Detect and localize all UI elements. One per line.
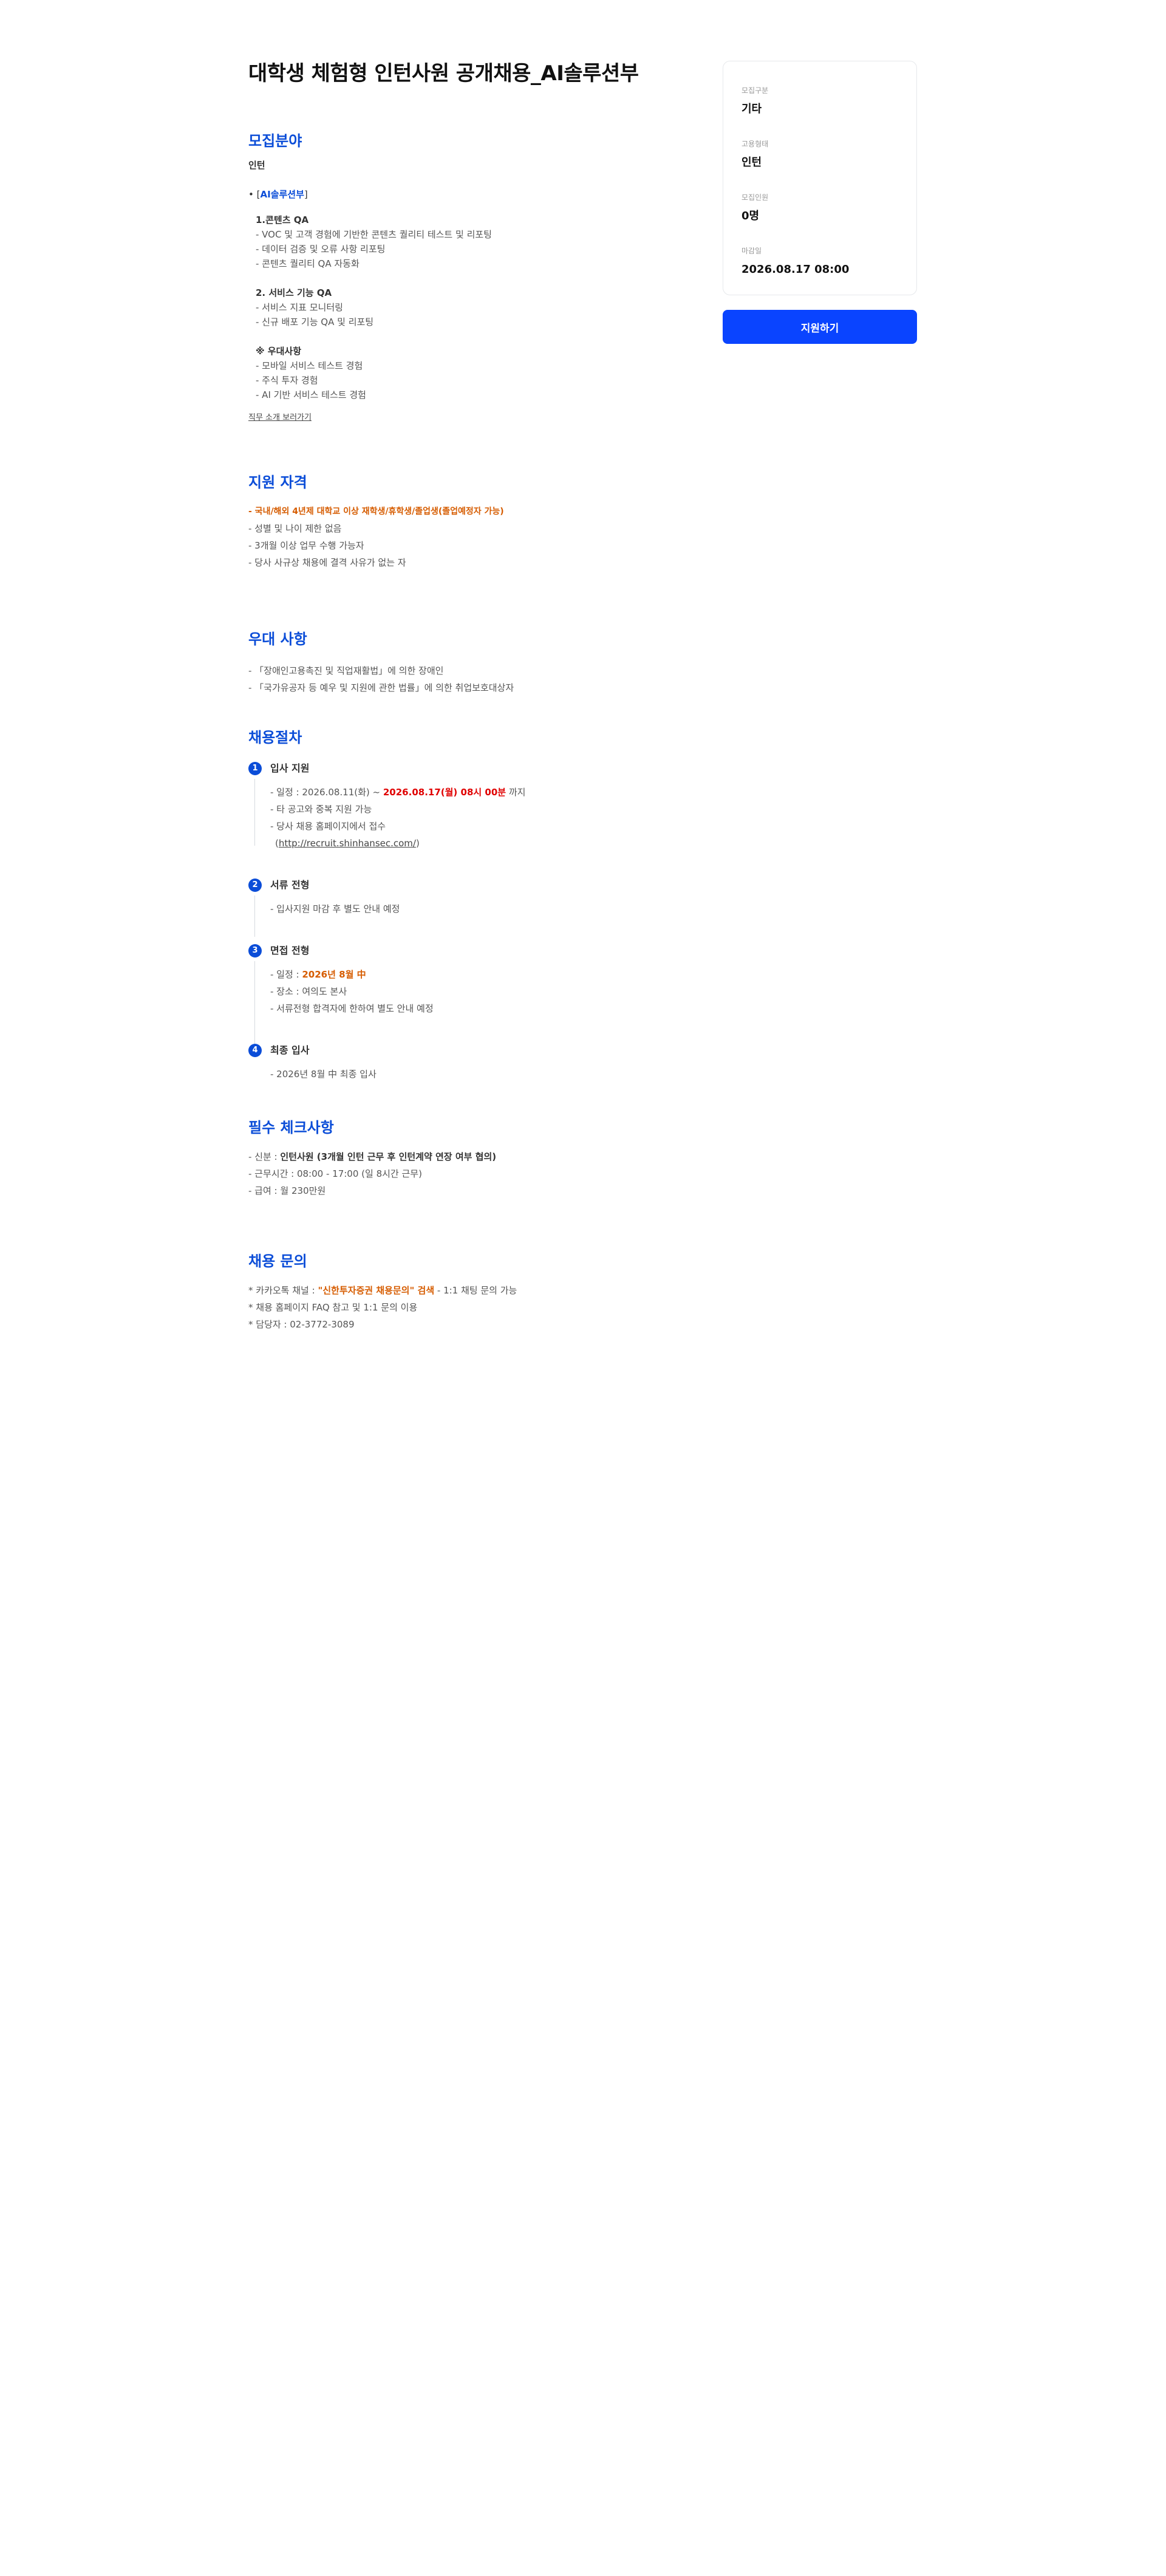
section-heading: 채용절차 [248, 729, 302, 746]
step-number: 1 [248, 762, 262, 775]
preferred-group: ※ 우대사항 - 모바일 서비스 테스트 경험 - 주식 투자 경험 - AI … [256, 344, 673, 402]
status-prefix: - 신분 : [248, 1151, 281, 1162]
field-label: 모집인원 [742, 193, 769, 202]
duty-group-title: 1.콘텐츠 QA [256, 214, 309, 225]
preferred-item: - AI 기반 서비스 테스트 경험 [256, 389, 366, 400]
summary-headcount: 모집인원 0명 [742, 193, 768, 224]
apply-button[interactable]: 지원하기 [723, 310, 917, 344]
qualification-item: - 당사 사규상 채용에 결격 사유가 없는 자 [248, 557, 406, 568]
kakao-highlight: "신한투자증권 채용문의" 검색 [318, 1285, 435, 1296]
department-name: AI솔루션부 [260, 189, 304, 200]
field-label: 고용형태 [742, 140, 769, 148]
step-body: - 입사지원 마감 후 별도 안내 예정 [270, 900, 400, 917]
qualification-item: - 3개월 이상 업무 수행 가능자 [248, 540, 364, 551]
job-type: 인턴 [248, 160, 265, 171]
preference-item: - 「장애인고용촉진 및 직업재활법」에 의한 장애인 [248, 665, 444, 676]
step-title: 최종 입사 [270, 1044, 310, 1056]
job-detail-main: 대학생 체험형 인턴사원 공개채용_AI솔루션부 모집분야 인턴 • [AI솔루… [248, 58, 673, 1330]
paren-close: ) [415, 838, 420, 849]
duty-group-title: 2. 서비스 기능 QA [256, 287, 332, 298]
duty-group-1: 1.콘텐츠 QA - VOC 및 고객 경험에 기반한 콘텐츠 퀄리티 테스트 … [256, 213, 673, 271]
step-number: 4 [248, 1044, 262, 1057]
page-title: 대학생 체험형 인턴사원 공개채용_AI솔루션부 [248, 61, 639, 86]
section-heading: 지원 자격 [248, 474, 307, 491]
timeline-connector [254, 961, 255, 1045]
field-label: 마감일 [742, 247, 762, 255]
schedule-prefix: - 일정 : 2026.08.11(화) ~ [270, 787, 383, 798]
step-body: - 일정 : 2026.08.11(화) ~ 2026.08.17(월) 08시… [270, 784, 525, 852]
field-value: 0명 [742, 210, 760, 222]
checklist-section: 필수 체크사항 - 신분 : 인턴사원 (3개월 인턴 근무 후 인턴계약 연장… [248, 1118, 673, 1198]
step-line: - 당사 채용 홈페이지에서 접수 [270, 821, 386, 832]
summary-employment: 고용형태 인턴 [742, 139, 768, 171]
section-heading: 모집분야 [248, 132, 302, 149]
recruit-site-link[interactable]: http://recruit.shinhansec.com/ [279, 838, 416, 849]
summary-deadline: 마감일 2026.08.17 08:00 [742, 246, 849, 278]
step-line: - 2026년 8월 中 최종 입사 [270, 1069, 377, 1080]
duty-group-2: 2. 서비스 기능 QA - 서비스 지표 모니터링 - 신규 배포 기능 QA… [256, 286, 673, 329]
section-heading: 필수 체크사항 [248, 1119, 334, 1136]
duty-item: - 데이터 검증 및 오류 사항 리포팅 [256, 244, 386, 255]
duty-item: - VOC 및 고객 경험에 기반한 콘텐츠 퀄리티 테스트 및 리포팅 [256, 229, 492, 240]
job-summary-card: 모집구분 기타 고용형태 인턴 모집인원 0명 마감일 2026.08.17 0… [723, 61, 917, 295]
schedule-suffix: 까지 [506, 787, 526, 798]
step-title: 입사 지원 [270, 762, 310, 774]
qualification-highlight: - 국내/해외 4년제 대학교 이상 재학생/휴학생/졸업생(졸업예정자 가능) [248, 507, 504, 516]
inquiry-section: 채용 문의 * 카카오톡 채널 : "신한투자증권 채용문의" 검색 - 1:1… [248, 1252, 673, 1332]
step-line: - 타 공고와 중복 지원 가능 [270, 804, 372, 815]
step-number: 3 [248, 944, 262, 957]
job-intro-link[interactable]: 직무 소개 보러가기 [248, 413, 312, 422]
section-heading: 채용 문의 [248, 1253, 307, 1270]
department-line: • [AI솔루션부] [248, 187, 673, 202]
schedule-prefix: - 일정 : [270, 969, 302, 980]
duty-item: - 신규 배포 기능 QA 및 리포팅 [256, 317, 374, 327]
status-value: 인턴사원 (3개월 인턴 근무 후 인턴계약 연장 여부 협의) [280, 1151, 497, 1162]
kakao-suffix: - 1:1 채팅 문의 가능 [434, 1285, 517, 1296]
field-value: 인턴 [742, 156, 762, 169]
qualification-item: - 성별 및 나이 제한 없음 [248, 523, 342, 534]
field-label: 모집구분 [742, 86, 769, 95]
preferred-item: - 주식 투자 경험 [256, 375, 318, 386]
timeline-connector [254, 779, 255, 846]
step-line: - 장소 : 여의도 본사 [270, 986, 347, 997]
step-body: - 일정 : 2026년 8월 中 - 장소 : 여의도 본사 - 서류전형 합… [270, 966, 434, 1017]
kakao-prefix: * 카카오톡 채널 : [248, 1285, 318, 1296]
qualification-section: 지원 자격 - 국내/해외 4년제 대학교 이상 재학생/휴학생/졸업생(졸업예… [248, 473, 673, 570]
duty-item: - 콘텐츠 퀄리티 QA 자동화 [256, 258, 360, 269]
job-posting-page: 대학생 체험형 인턴사원 공개채용_AI솔루션부 모집분야 인턴 • [AI솔루… [0, 0, 1166, 2576]
preference-item: - 「국가유공자 등 예우 및 지원에 관한 법률」에 의한 취업보호대상자 [248, 682, 514, 693]
step-line: - 서류전형 합격자에 한하여 별도 안내 예정 [270, 1003, 434, 1014]
work-hours: - 근무시간 : 08:00 - 17:00 (일 8시간 근무) [248, 1168, 422, 1179]
bracket-close: ] [304, 189, 308, 200]
preference-section: 우대 사항 - 「장애인고용촉진 및 직업재활법」에 의한 장애인 - 「국가유… [248, 629, 673, 695]
step-title: 면접 전형 [270, 945, 310, 956]
deadline-highlight: 2026.08.17(월) 08시 00분 [383, 787, 506, 798]
preferred-title: ※ 우대사항 [256, 346, 302, 357]
bullet: • [248, 189, 254, 200]
process-section: 채용절차 1 입사 지원 - 일정 : 2026.08.11(화) ~ 2026… [248, 728, 673, 1153]
salary: - 급여 : 월 230만원 [248, 1185, 326, 1196]
step-line: - 입사지원 마감 후 별도 안내 예정 [270, 903, 400, 914]
contact-line: * 담당자 : 02-3772-3089 [248, 1319, 355, 1330]
summary-category: 모집구분 기타 [742, 86, 768, 117]
interview-date-highlight: 2026년 8월 中 [302, 969, 366, 980]
step-title: 서류 전형 [270, 879, 310, 891]
step-number: 2 [248, 879, 262, 892]
duty-item: - 서비스 지표 모니터링 [256, 302, 343, 313]
faq-line: * 채용 홈페이지 FAQ 참고 및 1:1 문의 이용 [248, 1302, 418, 1313]
field-value: 기타 [742, 103, 762, 115]
step-body: - 2026년 8월 中 최종 입사 [270, 1066, 377, 1083]
timeline-connector [254, 896, 255, 937]
preferred-item: - 모바일 서비스 테스트 경험 [256, 360, 363, 371]
section-heading: 우대 사항 [248, 631, 307, 648]
recruit-field-section: 모집분야 인턴 • [AI솔루션부] 1.콘텐츠 QA - VOC 및 고객 경… [248, 131, 673, 422]
field-value: 2026.08.17 08:00 [742, 263, 850, 276]
